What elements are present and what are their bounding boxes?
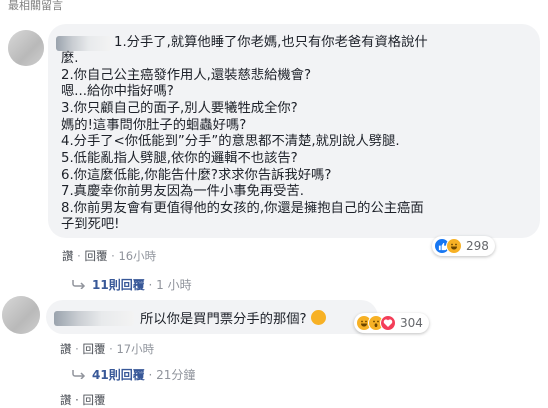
haha-emoji <box>310 310 326 325</box>
view-replies-link[interactable]: 41則回覆 · 21分鐘 <box>72 366 195 383</box>
reaction-count: 304 <box>400 316 423 330</box>
replies-count[interactable]: 41則回覆 <box>92 366 145 383</box>
replies-time: 1 小時 <box>156 278 192 292</box>
comment-line: 媽的!這事問你肚子的蛔蟲好嗎? <box>61 118 247 133</box>
commenter-avatar[interactable] <box>8 30 44 66</box>
section-header: 最相關留言 <box>8 0 63 12</box>
comment-line: 2.你自己公主癌發作用人,還裝慈悲給機會? <box>61 68 312 83</box>
view-replies-link[interactable]: 11則回覆 · 1 小時 <box>72 276 192 293</box>
reply-arrow-icon <box>72 368 86 382</box>
commenter-name-blurred[interactable] <box>56 36 111 51</box>
reaction-summary[interactable]: 298 <box>432 236 495 256</box>
comment-timestamp[interactable]: 17小時 <box>116 342 154 356</box>
comment-line: 3.你只顧自己的面子,別人要犧牲成全你? <box>61 101 298 116</box>
comment-line: 子到死吧! <box>61 217 120 232</box>
next-comment-actions-partial: 讚 · 回覆 <box>60 393 106 407</box>
reply-link[interactable]: 回覆 <box>82 342 105 356</box>
comment-line: 7.真慶幸你前男友因為一件小事免再受苦. <box>61 184 304 199</box>
like-link[interactable]: 讚 <box>60 342 72 356</box>
love-icon <box>380 315 396 331</box>
haha-icon <box>446 238 462 254</box>
comment-line: 嗯...給你中指好嗎? <box>61 84 174 99</box>
comment-line: 1.分手了,就算他睡了你老媽,也只有你老爸有資格說什 <box>114 35 428 50</box>
comment-line: 5.低能亂指人劈腿,依你的邏輯不也該告? <box>61 151 298 166</box>
like-link[interactable]: 讚 <box>62 249 74 263</box>
comment-line: 麼. <box>61 51 79 66</box>
comment-actions: 讚 · 回覆 · 16小時 <box>62 249 157 263</box>
commenter-avatar[interactable] <box>2 296 40 334</box>
reaction-count: 298 <box>466 239 489 253</box>
comment-actions: 讚 · 回覆 · 17小時 <box>60 342 155 356</box>
comment-line: 8.你前男友會有更值得他的女孩的,你還是擁抱自己的公主癌面 <box>61 201 424 216</box>
comment-line: 4.分手了<你低能到”分手”的意思都不清楚,就別說人劈腿. <box>61 134 400 149</box>
replies-count[interactable]: 11則回覆 <box>92 276 145 293</box>
comment-line: 6.你這麼低能,你能告什麼?求求你告訴我好嗎? <box>61 168 332 183</box>
reaction-summary[interactable]: 304 <box>354 313 429 333</box>
replies-time: 21分鐘 <box>156 368 196 382</box>
comment-line: 所以你是買門票分手的那個? <box>140 310 326 329</box>
reply-arrow-icon <box>72 278 86 292</box>
commenter-name-blurred[interactable] <box>54 311 134 326</box>
comment-timestamp[interactable]: 16小時 <box>118 249 156 263</box>
reply-link[interactable]: 回覆 <box>84 249 107 263</box>
